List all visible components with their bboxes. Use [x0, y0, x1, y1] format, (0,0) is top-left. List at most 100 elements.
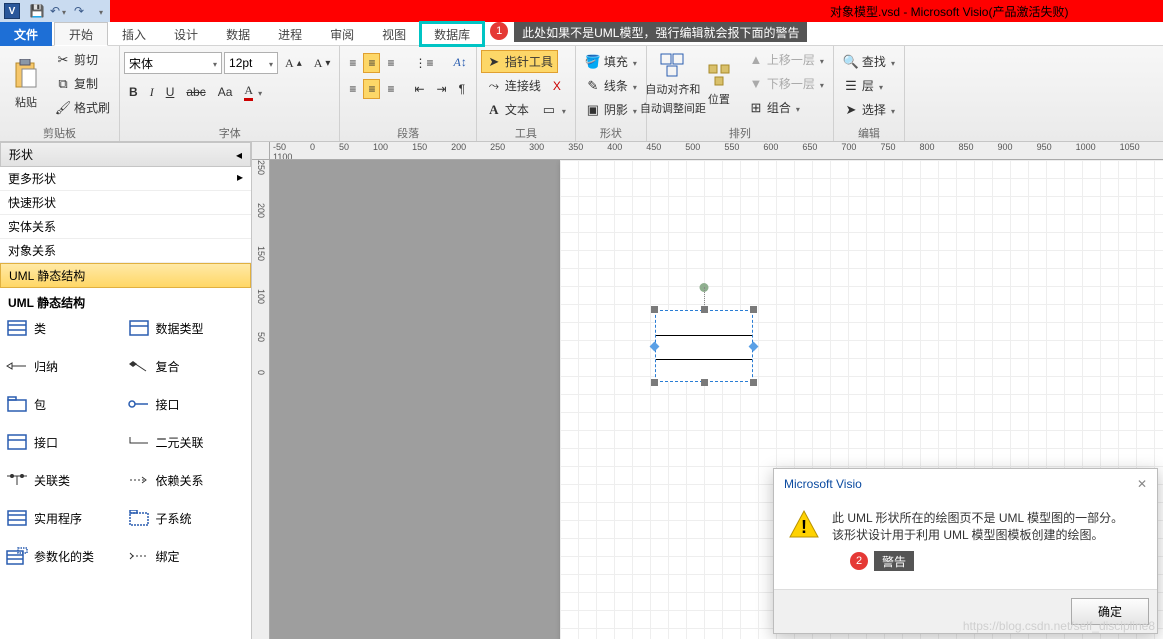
shape-generalize[interactable]: 归纳 [4, 355, 126, 377]
bucket-icon: 🪣 [585, 54, 601, 70]
paste-icon [12, 59, 40, 91]
x-tool-button[interactable]: X [548, 76, 566, 96]
tab-process[interactable]: 进程 [264, 22, 316, 46]
font-color-button[interactable]: A [239, 80, 267, 104]
select-button[interactable]: ➤选择 [838, 98, 900, 121]
auto-align-button[interactable]: 自动对齐和自动调整间距 [651, 48, 695, 120]
text-tool-button[interactable]: A文本 [481, 98, 534, 121]
shape-class[interactable]: 类 [4, 317, 126, 339]
shape-composition[interactable]: 复合 [126, 355, 248, 377]
qat-more-icon[interactable] [91, 2, 109, 20]
quick-shapes-row[interactable]: 快速形状 [0, 191, 251, 215]
group-button[interactable]: ⊞组合 [743, 96, 829, 119]
shape-bind[interactable]: 绑定 [126, 545, 248, 567]
position-button[interactable]: 位置 [697, 48, 741, 120]
italic-button[interactable]: I [145, 82, 159, 103]
connection-point-e[interactable] [749, 342, 759, 352]
undo-icon[interactable]: ↶ [49, 2, 67, 20]
font-name-select[interactable]: 宋体 [124, 52, 222, 74]
group-font: 宋体 12pt A▴ A▾ B I U abc Aa A 字体 [120, 46, 340, 141]
bullets-button[interactable]: ⋮≡ [409, 53, 438, 73]
group-edit: 🔍查找 ☰层 ➤选择 编辑 [834, 46, 905, 141]
tab-database[interactable]: 数据库 [420, 22, 484, 46]
more-shapes-row[interactable]: 更多形状▸ [0, 167, 251, 191]
line-button[interactable]: ✎线条 [580, 74, 642, 97]
shape-interface-lollipop[interactable]: 接口 [126, 393, 248, 415]
cut-button[interactable]: ✂剪切 [50, 48, 115, 71]
annotation-2-label: 警告 [874, 551, 914, 571]
layer-button[interactable]: ☰层 [838, 74, 888, 97]
bring-forward-button[interactable]: ▲上移一层 [743, 48, 829, 71]
tab-data[interactable]: 数据 [212, 22, 264, 46]
find-button[interactable]: 🔍查找 [838, 50, 900, 73]
chevron-right-icon: ▸ [237, 170, 243, 187]
redo-icon[interactable]: ↷ [70, 2, 88, 20]
group-clipboard: 粘贴 ✂剪切 ⧉复制 🖌格式刷 剪贴板 [0, 46, 120, 141]
category-object-row[interactable]: 对象关系 [0, 239, 251, 263]
shape-package[interactable]: 包 [4, 393, 126, 415]
resize-handle-n[interactable] [701, 306, 708, 313]
tab-design[interactable]: 设计 [160, 22, 212, 46]
fill-button[interactable]: 🪣填充 [580, 50, 642, 73]
shape-subsystem[interactable]: 子系统 [126, 507, 248, 529]
composition-icon [128, 357, 150, 375]
select-icon: ➤ [843, 102, 859, 118]
tab-home[interactable]: 开始 [54, 22, 108, 46]
shape-interface-box[interactable]: 接口 [4, 431, 126, 453]
shape-draw-button[interactable]: ▭ [536, 99, 571, 121]
send-backward-button[interactable]: ▼下移一层 [743, 72, 829, 95]
canvas[interactable]: -500501001502002503003504004505005506006… [252, 142, 1163, 639]
align-top-button[interactable]: ≡ [344, 53, 361, 73]
tab-insert[interactable]: 插入 [108, 22, 160, 46]
shadow-button[interactable]: ▣阴影 [580, 98, 642, 121]
group-shape-label: 形状 [580, 125, 642, 141]
increase-indent-button[interactable]: ⇥ [432, 79, 452, 99]
strike-button[interactable]: abc [181, 82, 210, 102]
shape-assoc-class[interactable]: 关联类 [4, 469, 126, 491]
group-arrange-label: 排列 [651, 125, 829, 141]
change-case-button[interactable]: Aa [213, 82, 238, 102]
shape-datatype[interactable]: 数据类型 [126, 317, 248, 339]
paste-button[interactable]: 粘贴 [4, 48, 48, 120]
shape-draw-icon: ▭ [541, 102, 557, 118]
shape-binary-assoc[interactable]: 二元关联 [126, 431, 248, 453]
category-entity-row[interactable]: 实体关系 [0, 215, 251, 239]
font-size-select[interactable]: 12pt [224, 52, 278, 74]
copy-button[interactable]: ⧉复制 [50, 72, 115, 95]
connection-point-w[interactable] [650, 342, 660, 352]
decrease-indent-button[interactable]: ⇤ [409, 79, 429, 99]
category-uml-row[interactable]: UML 静态结构 [0, 263, 251, 288]
bold-button[interactable]: B [124, 82, 143, 102]
pointer-tool-button[interactable]: ➤指针工具 [481, 50, 558, 73]
resize-handle-nw[interactable] [651, 306, 658, 313]
tab-file[interactable]: 文件 [0, 22, 52, 46]
align-icon [659, 52, 687, 78]
align-middle-button[interactable]: ≡ [363, 53, 380, 73]
tab-review[interactable]: 审阅 [316, 22, 368, 46]
close-icon[interactable]: ✕ [1137, 477, 1147, 491]
shape-utility[interactable]: 实用程序 [4, 507, 126, 529]
resize-handle-se[interactable] [750, 379, 757, 386]
text-direction-button[interactable]: A↕ [448, 52, 471, 73]
connector-tool-button[interactable]: ⤳连接线 [481, 74, 546, 97]
resize-handle-ne[interactable] [750, 306, 757, 313]
align-left-button[interactable]: ≡ [344, 79, 361, 99]
shape-dependency[interactable]: 依赖关系 [126, 469, 248, 491]
format-painter-button[interactable]: 🖌格式刷 [50, 96, 115, 119]
chevron-left-icon[interactable]: ◂ [236, 148, 242, 162]
align-bottom-button[interactable]: ≡ [382, 53, 399, 73]
align-center-button[interactable]: ≡ [363, 79, 380, 99]
uml-class-shape-selected[interactable] [655, 310, 753, 382]
main-layout: 形状◂ 更多形状▸ 快速形状 实体关系 对象关系 UML 静态结构 UML 静态… [0, 142, 1163, 639]
resize-handle-s[interactable] [701, 379, 708, 386]
shrink-font-button[interactable]: A▾ [309, 53, 336, 74]
underline-button[interactable]: U [161, 82, 180, 102]
resize-handle-sw[interactable] [651, 379, 658, 386]
shape-param-class[interactable]: 参数化的类 [4, 545, 126, 567]
para-spacing-button[interactable]: ¶ [454, 79, 470, 99]
assoc-class-icon [6, 471, 28, 489]
tab-view[interactable]: 视图 [368, 22, 420, 46]
align-right-button[interactable]: ≡ [382, 79, 399, 99]
save-icon[interactable]: 💾 [28, 2, 46, 20]
grow-font-button[interactable]: A▴ [280, 53, 307, 74]
